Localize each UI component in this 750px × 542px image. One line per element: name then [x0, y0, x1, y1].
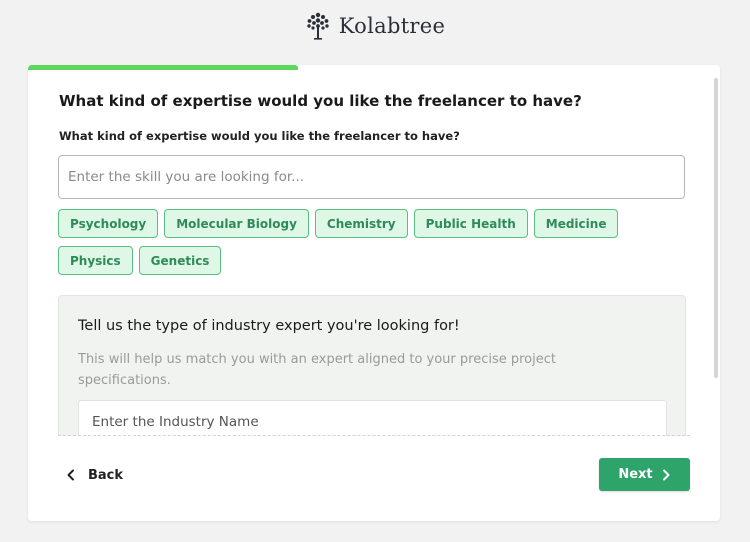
tree-logo-icon [307, 12, 329, 40]
next-button-label: Next [618, 467, 653, 482]
skill-chip[interactable]: Genetics [138, 246, 222, 275]
question-title: What kind of expertise would you like th… [59, 92, 582, 110]
skill-chip[interactable]: Chemistry [314, 209, 408, 238]
scrollbar-thumb[interactable] [714, 78, 718, 378]
industry-title: Tell us the type of industry expert you'… [78, 318, 460, 334]
skill-chip[interactable]: Medicine [533, 209, 619, 238]
chevron-left-icon [67, 469, 74, 481]
expertise-field-label: What kind of expertise would you like th… [59, 129, 460, 143]
skill-chip[interactable]: Psychology [58, 209, 159, 238]
industry-section: Tell us the type of industry expert you'… [58, 295, 686, 436]
brand-logo[interactable]: Kolabtree [0, 10, 750, 42]
industry-description: This will help us match you with an expe… [78, 352, 556, 388]
back-button-label: Back [88, 467, 124, 483]
next-button[interactable]: Next [599, 458, 690, 491]
question-scroll-area[interactable]: What kind of expertise would you like th… [28, 70, 720, 436]
skill-chip[interactable]: Physics [58, 246, 133, 275]
industry-name-input[interactable] [78, 400, 667, 436]
back-button[interactable]: Back [66, 463, 123, 487]
skill-search-input[interactable] [58, 155, 685, 199]
skill-chip[interactable]: Public Health [413, 209, 528, 238]
skill-chip[interactable]: Molecular Biology [164, 209, 309, 238]
chevron-right-icon [662, 469, 670, 480]
page: Kolabtree What kind of expertise would y… [0, 0, 750, 542]
question-card: What kind of expertise would you like th… [28, 65, 720, 521]
brand-name: Kolabtree [338, 14, 446, 38]
skill-chip-list: Psychology Molecular Biology Chemistry Publ… [58, 209, 688, 275]
